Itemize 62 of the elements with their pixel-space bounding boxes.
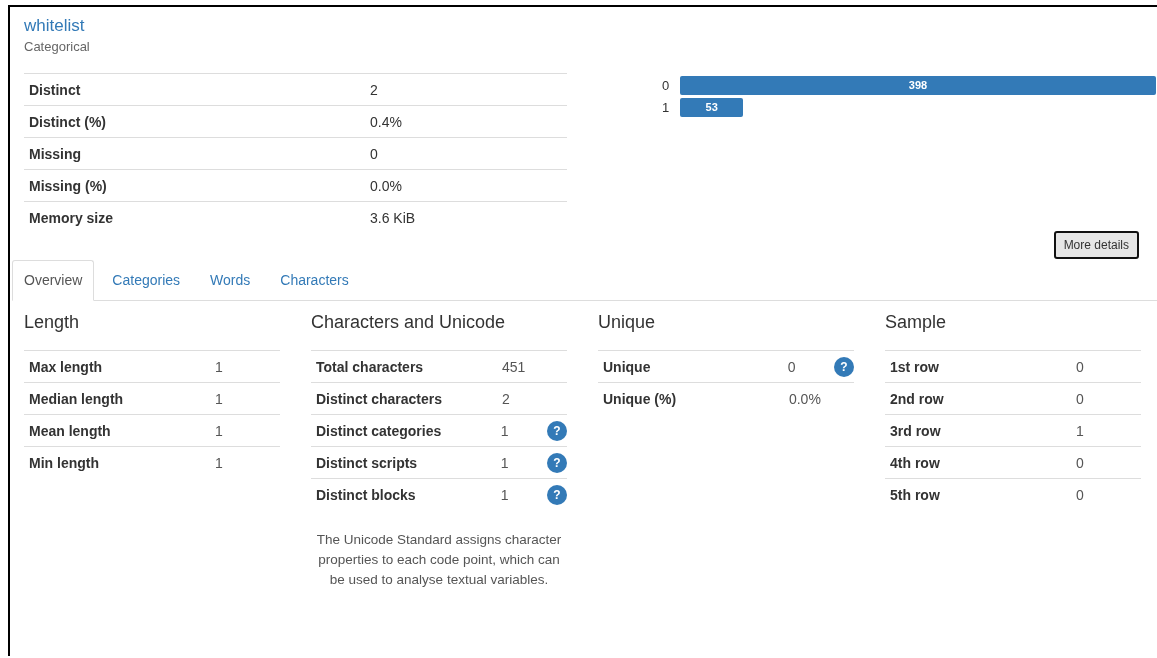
stat-label: Distinct [28,81,82,98]
row-value: 1 [214,390,224,407]
row-label: 5th row [889,486,941,503]
stat-value: 0.4% [370,113,402,130]
variable-type: Categorical [24,39,91,54]
row-value: 1 [500,422,510,439]
stat-value: 2 [370,81,378,98]
row-value: 1 [214,358,224,375]
help-icon[interactable]: ? [834,356,854,377]
row-label: 2nd row [889,390,945,407]
stat-label: Missing [28,145,83,162]
row-label: Unique (%) [602,390,678,407]
row-label: Distinct scripts [315,454,419,471]
row-value: 0 [1075,358,1085,375]
stat-value: 0 [370,145,378,162]
row-label: Median length [28,390,125,407]
row-value: 0 [1075,454,1085,471]
row-label: 4th row [889,454,941,471]
bar-value: 53 [705,101,718,113]
row-value: 2 [501,390,511,407]
section-title: Characters and Unicode [311,312,507,333]
section-title: Unique [598,312,657,333]
row-value: 0 [787,358,797,375]
variable-name: whitelist [24,16,86,36]
stat-label: Distinct (%) [28,113,107,130]
bar-value: 398 [908,79,928,91]
help-icon[interactable]: ? [547,484,567,505]
tab[interactable]: Characters [268,260,361,301]
row-label: Total characters [315,358,425,375]
stat-value: 0.0% [370,177,402,194]
category-label: 0 [662,77,671,93]
stat-label: Memory size [28,209,115,226]
row-value: 451 [501,358,527,375]
note-text: The Unicode Standard assigns character properties to each code point, which can be used to analyse textual variables. [315,531,563,589]
row-label: Mean length [28,422,112,439]
section-title: Length [24,312,81,333]
row-value: 1 [500,486,510,503]
row-value: 1 [214,454,224,471]
row-value: 1 [214,422,224,439]
more-details-button[interactable]: More details [1053,231,1139,259]
tab[interactable]: Categories [100,260,193,301]
category-label: 1 [662,99,671,115]
help-icon[interactable]: ? [547,420,567,441]
row-label: Distinct categories [315,422,443,439]
row-label: Distinct blocks [315,486,417,503]
tab[interactable]: Words [198,260,263,301]
row-value: 0.0% [788,390,822,407]
row-value: 1 [1075,422,1085,439]
row-value: 0 [1075,390,1085,407]
tab[interactable]: Overview [12,260,95,301]
row-label: Max length [28,358,104,375]
stat-value: 3.6 KiB [370,209,416,226]
row-label: 1st row [889,358,940,375]
row-value: 0 [1075,486,1085,503]
stat-label: Missing (%) [28,177,108,194]
row-label: 3rd row [889,422,942,439]
row-value: 1 [500,454,510,471]
section-title: Sample [885,312,948,333]
row-label: Min length [28,454,100,471]
row-label: Distinct characters [315,390,444,407]
help-icon[interactable]: ? [547,452,567,473]
row-label: Unique [602,358,652,375]
